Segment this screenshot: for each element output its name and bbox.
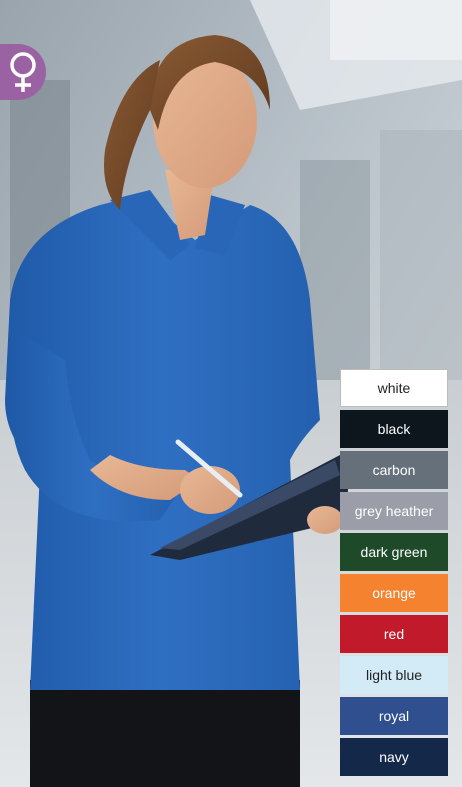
color-swatch-red[interactable]: red <box>340 615 448 653</box>
color-swatch-light-blue[interactable]: light blue <box>340 656 448 694</box>
female-badge <box>0 44 46 100</box>
color-swatch-royal[interactable]: royal <box>340 697 448 735</box>
color-swatch-navy[interactable]: navy <box>340 738 448 776</box>
color-swatch-list: white black carbon grey heather dark green or… <box>340 369 448 779</box>
color-swatch-orange[interactable]: orange <box>340 574 448 612</box>
color-swatch-black[interactable]: black <box>340 410 448 448</box>
color-swatch-grey-heather[interactable]: grey heather <box>340 492 448 530</box>
female-symbol-icon <box>6 50 40 94</box>
color-swatch-dark-green[interactable]: dark green <box>340 533 448 571</box>
color-swatch-carbon[interactable]: carbon <box>340 451 448 489</box>
color-swatch-white[interactable]: white <box>340 369 448 407</box>
